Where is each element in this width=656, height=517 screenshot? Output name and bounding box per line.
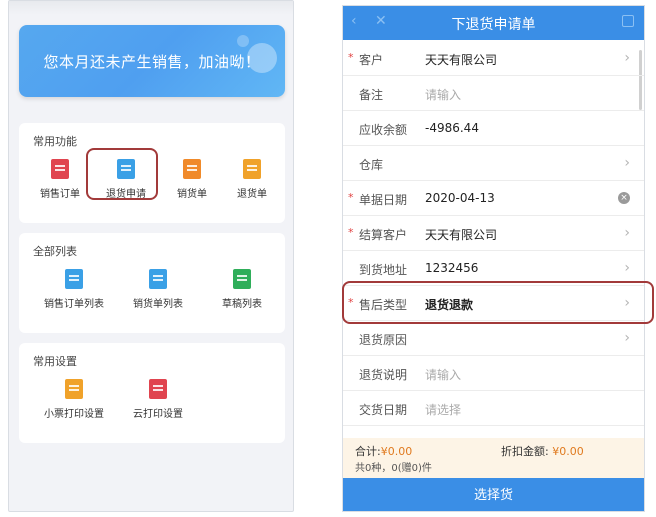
sales-order-list-button[interactable]: 销售订单列表 <box>41 269 107 310</box>
field-value[interactable]: -4986.44 <box>425 121 479 135</box>
common-settings-card: 常用设置 小票打印设置 云打印设置 <box>19 343 285 443</box>
field-value[interactable]: 2020-04-13 <box>425 191 495 205</box>
field-label: 客户 <box>359 53 384 67</box>
sales-order-button[interactable]: 销售订单 <box>27 159 93 200</box>
clipboard-list-icon <box>149 269 167 289</box>
form-row[interactable]: * 结算客户 天天有限公司 › <box>343 216 644 251</box>
field-label: 到货地址 <box>359 263 408 277</box>
field-label: 退货原因 <box>359 333 408 347</box>
page-title: 下退货申请单 <box>451 17 536 33</box>
return-slip-button[interactable]: 退货单 <box>219 159 285 200</box>
section-title: 常用功能 <box>33 135 77 148</box>
field-value[interactable]: 1232456 <box>425 261 478 275</box>
sales-slip-icon <box>183 159 201 179</box>
field-value[interactable]: 天天有限公司 <box>425 226 497 243</box>
document-list-icon <box>65 269 83 289</box>
discount-amount: 折扣金额: ¥0.00 <box>501 445 584 458</box>
all-lists-card: 全部列表 销售订单列表 销货单列表 草稿列表 <box>19 233 285 333</box>
printer-icon <box>149 379 167 399</box>
draft-list-button[interactable]: 草稿列表 <box>209 269 275 310</box>
clear-icon[interactable]: × <box>618 192 630 204</box>
form-row[interactable]: * 单据日期 2020-04-13 × <box>343 181 644 216</box>
select-goods-button[interactable]: 选择货 <box>343 478 644 511</box>
field-label: 退货说明 <box>359 368 408 382</box>
field-value[interactable]: 请选择 <box>425 401 461 418</box>
chevron-right-icon[interactable]: › <box>624 330 630 346</box>
form-row[interactable]: 备注 请输入 <box>343 76 644 111</box>
chevron-right-icon[interactable]: › <box>624 155 630 171</box>
chevron-right-icon[interactable]: › <box>624 225 630 241</box>
sales-slip-button[interactable]: 销货单 <box>159 159 225 200</box>
form-row[interactable]: 交货日期 请选择 <box>343 391 644 426</box>
item-label: 销售订单列表 <box>44 299 104 310</box>
total-amount: 合计:¥0.00 <box>355 445 413 458</box>
item-label: 小票打印设置 <box>44 409 104 420</box>
item-label: 退货单 <box>237 189 267 200</box>
menu-icon[interactable] <box>622 15 634 27</box>
nav-header: ‹ ✕ 下退货申请单 <box>343 6 644 40</box>
field-label: 备注 <box>359 88 384 102</box>
form-row[interactable]: 退货说明 请输入 <box>343 356 644 391</box>
item-label: 销售订单 <box>40 189 80 200</box>
sales-slip-list-button[interactable]: 销货单列表 <box>125 269 191 310</box>
field-label: 应收余额 <box>359 123 408 137</box>
section-title: 全部列表 <box>33 245 77 258</box>
item-label: 销货单 <box>177 189 207 200</box>
order-summary: 合计:¥0.00 折扣金额: ¥0.00 共0种，0(赠0)件 <box>343 438 644 478</box>
field-value[interactable]: 请输入 <box>425 366 461 383</box>
sales-banner: 您本月还未产生销售，加油呦！ <box>19 25 285 97</box>
field-label: 结算客户 <box>359 228 408 242</box>
field-value[interactable]: 天天有限公司 <box>425 51 497 68</box>
chevron-right-icon[interactable]: › <box>624 260 630 276</box>
field-value[interactable]: 请输入 <box>425 86 461 103</box>
highlight-box-after-sale-type <box>342 281 654 324</box>
field-label: 单据日期 <box>359 193 408 207</box>
highlight-box-return-request <box>86 148 158 200</box>
cloud-print-settings-button[interactable]: 云打印设置 <box>125 379 191 420</box>
home-screen: 您本月还未产生销售，加油呦！ 常用功能 销售订单 退货申请 销货单 退货单 全部… <box>8 0 294 512</box>
field-label: 仓库 <box>359 158 384 172</box>
required-marker: * <box>348 226 354 239</box>
required-marker: * <box>348 51 354 64</box>
receipt-icon <box>65 379 83 399</box>
banner-decoration <box>237 35 249 47</box>
form-row[interactable]: * 客户 天天有限公司 › <box>343 41 644 76</box>
item-label: 云打印设置 <box>133 409 183 420</box>
return-slip-icon <box>243 159 261 179</box>
chevron-right-icon[interactable]: › <box>624 50 630 66</box>
item-label: 销货单列表 <box>133 299 183 310</box>
field-label: 交货日期 <box>359 403 408 417</box>
section-title: 常用设置 <box>33 355 77 368</box>
status-bar <box>9 1 293 15</box>
form-row[interactable]: 应收余额 -4986.44 <box>343 111 644 146</box>
sales-order-icon <box>51 159 69 179</box>
banner-text: 您本月还未产生销售，加油呦！ <box>43 53 261 71</box>
required-marker: * <box>348 191 354 204</box>
receipt-print-settings-button[interactable]: 小票打印设置 <box>41 379 107 420</box>
return-request-form-screen: ‹ ✕ 下退货申请单 * 客户 天天有限公司 › 备注 请输入 应收余额 -4986.44 仓库… <box>342 5 645 512</box>
draft-icon <box>233 269 251 289</box>
form-row[interactable]: 仓库 › <box>343 146 644 181</box>
item-label: 草稿列表 <box>222 299 262 310</box>
item-count: 共0种，0(赠0)件 <box>355 463 432 474</box>
form-row[interactable]: 退货原因 › <box>343 321 644 356</box>
